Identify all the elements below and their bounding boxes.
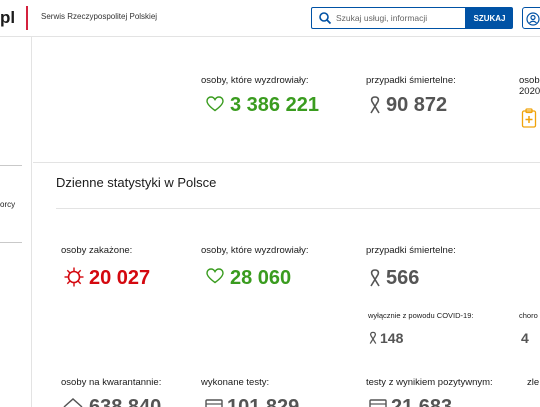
section-divider <box>56 208 540 209</box>
daily-recovered-value: 28 060 <box>230 267 292 289</box>
tests-label: wykonane testy: <box>201 377 270 388</box>
daily-deaths-label: przypadki śmiertelne: <box>366 245 456 256</box>
sidebar-divider <box>0 242 22 243</box>
top-header: pl Serwis Rzeczypospolitej Polskiej SZUK… <box>0 0 540 37</box>
test-tube-icon <box>369 399 387 407</box>
total-cut-label: osob <box>519 75 540 86</box>
search-button[interactable]: SZUKAJ <box>466 7 513 29</box>
house-icon <box>63 398 83 407</box>
ribbon-icon <box>370 96 380 114</box>
daily-infected-value: 20 027 <box>89 267 151 289</box>
search-icon <box>319 12 332 25</box>
ribbon-icon <box>369 331 377 344</box>
covid-only-label: wyłącznie z powodu COVID-19: <box>368 311 474 320</box>
clipboard-cross-icon <box>521 108 537 128</box>
tests-value: 101 829 <box>227 396 300 407</box>
test-tube-icon <box>205 399 223 407</box>
daily-deaths-value: 566 <box>386 267 420 289</box>
logo-divider <box>26 6 28 30</box>
daily-recovered-label: osoby, które wyzdrowiały: <box>201 245 309 256</box>
comorbid-value: 4 <box>521 330 529 346</box>
gov-logo[interactable]: pl <box>0 8 15 28</box>
section-divider <box>33 162 540 163</box>
quarantine-value: 638 840 <box>89 396 162 407</box>
comorbid-label: choro <box>519 311 538 320</box>
total-deaths-value: 90 872 <box>386 94 448 116</box>
service-name: Serwis Rzeczypospolitej Polskiej <box>41 12 158 21</box>
virus-icon <box>64 267 84 287</box>
bottom-cut-label: zle <box>527 377 540 388</box>
daily-infected-label: osoby zakażone: <box>61 245 133 256</box>
profile-button[interactable] <box>522 7 540 29</box>
heart-icon <box>206 96 224 112</box>
positive-tests-label: testy z wynikiem pozytywnym: <box>366 377 493 388</box>
sidebar-divider <box>0 165 22 166</box>
section-title: Dzienne statystyki w Polsce <box>56 175 217 190</box>
user-icon <box>526 12 540 26</box>
total-deaths-label: przypadki śmiertelne: <box>366 75 456 86</box>
total-recovered-label: osoby, które wyzdrowiały: <box>201 75 309 86</box>
search-input[interactable] <box>336 10 462 26</box>
sidebar-item-label[interactable]: orcy <box>0 200 15 209</box>
total-recovered-value: 3 386 221 <box>230 94 319 116</box>
heart-icon <box>206 268 224 284</box>
total-cut-label-year: 2020 <box>519 86 540 97</box>
positive-tests-value: 21 683 <box>391 396 453 407</box>
quarantine-label: osoby na kwarantannie: <box>61 377 162 388</box>
covid-only-value: 148 <box>380 330 404 346</box>
search-box[interactable] <box>311 7 466 29</box>
sidebar: orcy <box>0 37 32 407</box>
ribbon-icon <box>370 269 380 287</box>
